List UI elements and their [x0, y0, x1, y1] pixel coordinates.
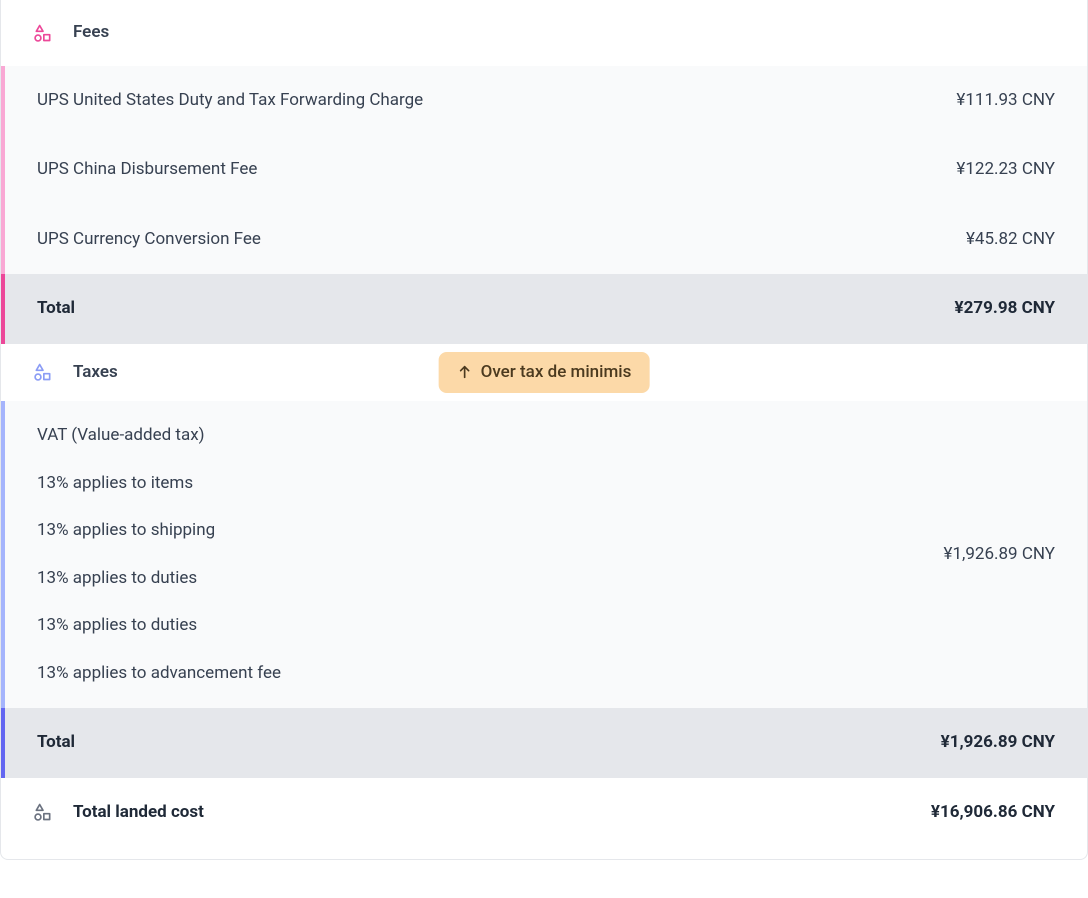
taxes-total-label: Total: [37, 730, 75, 756]
vat-block: VAT (Value-added tax) 13% applies to ite…: [5, 401, 1087, 708]
vat-line: 13% applies to items: [37, 471, 281, 497]
line-item: UPS Currency Conversion Fee ¥45.82 CNY: [5, 205, 1087, 275]
line-item-value: ¥122.23 CNY: [956, 157, 1055, 183]
line-item-label: UPS China Disbursement Fee: [37, 157, 257, 183]
line-item: UPS China Disbursement Fee ¥122.23 CNY: [5, 135, 1087, 205]
vat-value: ¥1,926.89 CNY: [944, 542, 1055, 568]
taxes-total-value: ¥1,926.89 CNY: [941, 730, 1055, 756]
fees-total-value: ¥279.98 CNY: [955, 296, 1055, 322]
arrow-up-icon: [457, 364, 473, 380]
vat-line: 13% applies to shipping: [37, 518, 281, 544]
fees-line-items: UPS United States Duty and Tax Forwardin…: [1, 66, 1087, 275]
shapes-icon: [33, 802, 53, 822]
vat-line: 13% applies to duties: [37, 613, 281, 639]
badge-text: Over tax de minimis: [481, 360, 632, 386]
taxes-total-row: Total ¥1,926.89 CNY: [1, 708, 1087, 778]
grand-total-label: Total landed cost: [73, 800, 204, 826]
line-item-value: ¥111.93 CNY: [956, 88, 1055, 114]
taxes-section-header: Taxes Over tax de minimis: [1, 344, 1087, 402]
line-item-value: ¥45.82 CNY: [966, 227, 1055, 253]
shapes-icon: [33, 362, 53, 382]
taxes-section-title: Taxes: [73, 360, 118, 386]
vat-line: 13% applies to advancement fee: [37, 661, 281, 687]
grand-total-value: ¥16,906.86 CNY: [931, 800, 1055, 826]
line-item-label: UPS Currency Conversion Fee: [37, 227, 261, 253]
shapes-icon: [33, 23, 53, 43]
line-item: UPS United States Duty and Tax Forwardin…: [5, 66, 1087, 136]
fees-total-row: Total ¥279.98 CNY: [1, 274, 1087, 344]
taxes-line-items: VAT (Value-added tax) 13% applies to ite…: [1, 401, 1087, 708]
line-item-label: UPS United States Duty and Tax Forwardin…: [37, 88, 423, 114]
vat-title: VAT (Value-added tax): [37, 423, 281, 449]
fees-total-label: Total: [37, 296, 75, 322]
fees-section-header: Fees: [1, 0, 1087, 66]
tax-de-minimis-badge: Over tax de minimis: [439, 352, 650, 394]
grand-total-left: Total landed cost: [33, 800, 204, 826]
tax-de-minimis-badge-wrapper: Over tax de minimis: [439, 352, 650, 394]
fees-section-title: Fees: [73, 20, 109, 46]
vat-lines: VAT (Value-added tax) 13% applies to ite…: [37, 423, 281, 686]
cost-breakdown-card: Fees UPS United States Duty and Tax Forw…: [0, 0, 1088, 860]
grand-total-row: Total landed cost ¥16,906.86 CNY: [1, 778, 1087, 848]
vat-line: 13% applies to duties: [37, 566, 281, 592]
